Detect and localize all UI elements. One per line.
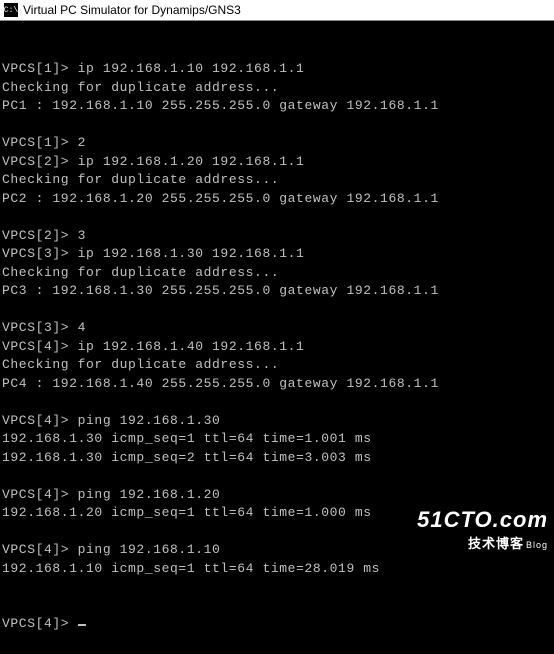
terminal-line (2, 208, 554, 227)
cursor (78, 624, 86, 626)
terminal-line: Checking for duplicate address... (2, 356, 554, 375)
window-title: Virtual PC Simulator for Dynamips/GNS3 (23, 3, 241, 17)
prompt-line[interactable]: VPCS[4]> (2, 615, 554, 634)
terminal-line: VPCS[1]> 2 (2, 134, 554, 153)
terminal-line: VPCS[4]> ping 192.168.1.10 (2, 541, 554, 560)
current-prompt: VPCS[4]> (2, 616, 78, 631)
terminal-line: 192.168.1.30 icmp_seq=2 ttl=64 time=3.00… (2, 449, 554, 468)
terminal-line: 192.168.1.10 icmp_seq=1 ttl=64 time=28.0… (2, 560, 554, 579)
terminal-line: 192.168.1.30 icmp_seq=1 ttl=64 time=1.00… (2, 430, 554, 449)
terminal-line: VPCS[2]> ip 192.168.1.20 192.168.1.1 (2, 153, 554, 172)
terminal-line: PC4 : 192.168.1.40 255.255.255.0 gateway… (2, 375, 554, 394)
terminal-line: Checking for duplicate address... (2, 171, 554, 190)
window-titlebar: C:\ Virtual PC Simulator for Dynamips/GN… (0, 0, 554, 21)
terminal-line: Checking for duplicate address... (2, 264, 554, 283)
terminal-line (2, 467, 554, 486)
terminal-line (2, 523, 554, 542)
terminal-line (2, 116, 554, 135)
terminal-line: PC2 : 192.168.1.20 255.255.255.0 gateway… (2, 190, 554, 209)
terminal-line: VPCS[4]> ip 192.168.1.40 192.168.1.1 (2, 338, 554, 357)
terminal-line: VPCS[3]> 4 (2, 319, 554, 338)
terminal-line (2, 393, 554, 412)
terminal-line (2, 301, 554, 320)
terminal-line: PC1 : 192.168.1.10 255.255.255.0 gateway… (2, 97, 554, 116)
terminal-line: VPCS[3]> ip 192.168.1.30 192.168.1.1 (2, 245, 554, 264)
terminal-line: VPCS[2]> 3 (2, 227, 554, 246)
terminal-line: VPCS[4]> ping 192.168.1.20 (2, 486, 554, 505)
terminal-line: 192.168.1.20 icmp_seq=1 ttl=64 time=1.00… (2, 504, 554, 523)
terminal-line: VPCS[1]> ip 192.168.1.10 192.168.1.1 (2, 60, 554, 79)
terminal-line: PC3 : 192.168.1.30 255.255.255.0 gateway… (2, 282, 554, 301)
app-icon: C:\ (4, 3, 18, 17)
terminal-area[interactable]: VPCS[1]> ip 192.168.1.10 192.168.1.1Chec… (0, 21, 554, 654)
terminal-line: Checking for duplicate address... (2, 79, 554, 98)
terminal-line: VPCS[4]> ping 192.168.1.30 (2, 412, 554, 431)
